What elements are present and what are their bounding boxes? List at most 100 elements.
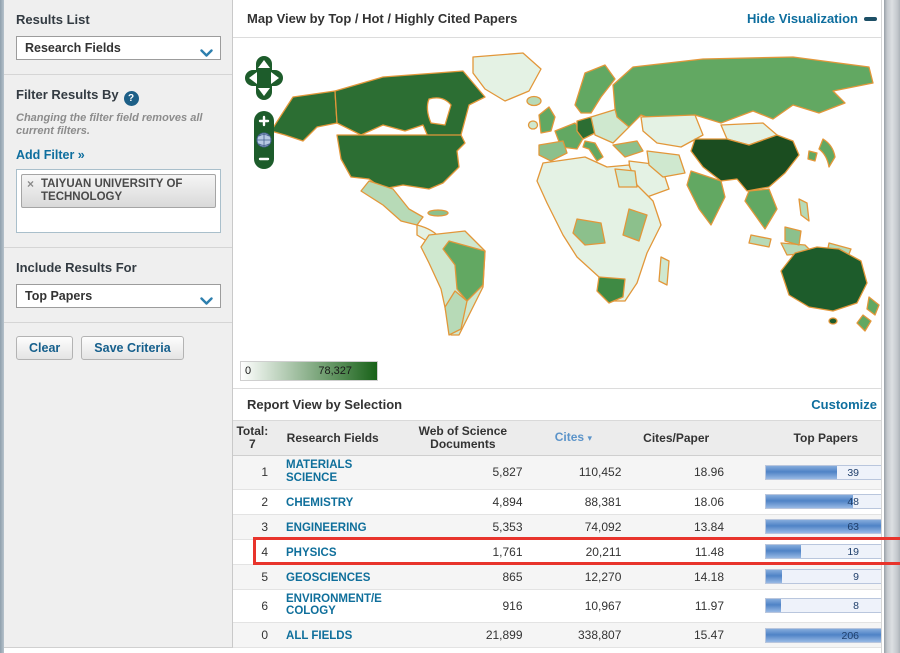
table-row[interactable]: 3 ENGINEERING 5,353 74,092 13.84 63 [233, 514, 881, 540]
cites-per-paper-cell: 11.48 [694, 544, 725, 559]
map-zoom-control[interactable] [254, 111, 274, 169]
results-list-dropdown[interactable]: Research Fields [16, 36, 221, 60]
top-papers-bar[interactable]: 48 [765, 494, 881, 509]
add-filter-link[interactable]: Add Filter » [16, 148, 85, 162]
top-papers-bar[interactable]: 39 [765, 464, 881, 480]
documents-cell: 4,894 [492, 494, 523, 509]
cites-per-paper-cell: 14.18 [693, 569, 725, 584]
country-cuba[interactable] [427, 209, 449, 217]
top-papers-bar[interactable]: 63 [765, 519, 881, 534]
top-papers-bar[interactable]: 9 [765, 569, 881, 584]
rank-cell: 0 [261, 628, 269, 642]
country-ireland[interactable] [527, 120, 539, 130]
cites-cell: 74,092 [584, 519, 622, 534]
rank-cell: 4 [261, 544, 269, 559]
map-controls [245, 56, 285, 174]
country-australia[interactable] [780, 246, 868, 312]
country-new-zealand-south[interactable] [856, 314, 872, 332]
country-malaysia[interactable] [748, 234, 772, 248]
top-papers-bar-fill [766, 465, 838, 479]
rank-cell: 6 [261, 598, 269, 613]
country-greenland[interactable] [472, 52, 542, 102]
field-link[interactable]: ENVIRONMENT/ECOLOGY [286, 593, 386, 618]
country-usa[interactable] [336, 134, 466, 190]
country-madagascar[interactable] [658, 256, 670, 286]
cites-cell: 12,270 [584, 569, 622, 584]
world-choropleth-map[interactable] [233, 38, 882, 358]
include-results-heading: Include Results For [16, 260, 137, 275]
top-papers-bar[interactable]: 206 [765, 627, 881, 643]
region-scandinavia[interactable] [574, 64, 616, 114]
top-papers-bar-fill [766, 520, 881, 533]
filter-heading: Filter Results By? [16, 87, 220, 106]
cites-per-paper-cell: 18.06 [693, 494, 725, 509]
map-view-title: Map View by Top / Hot / Highly Cited Pap… [247, 11, 518, 26]
field-link[interactable]: PHYSICS [286, 547, 386, 560]
cites-cell: 10,967 [584, 598, 622, 613]
remove-filter-icon[interactable]: × [27, 178, 34, 190]
country-egypt[interactable] [614, 168, 638, 188]
rank-cell: 3 [261, 519, 269, 534]
cites-header-label: Cites [554, 430, 585, 444]
documents-cell: 5,353 [492, 519, 523, 534]
country-japan[interactable] [818, 138, 836, 168]
cites-per-paper-header: Cites/Paper [643, 430, 710, 445]
country-philippines[interactable] [798, 198, 810, 222]
help-icon[interactable]: ? [123, 91, 139, 106]
field-link[interactable]: ALL FIELDS [286, 630, 386, 643]
country-new-zealand[interactable] [866, 296, 880, 316]
page-scrollbar[interactable] [884, 0, 900, 653]
total-count: 7 [248, 437, 256, 451]
filter-tag[interactable]: × TAIYUAN UNIVERSITY OF TECHNOLOGY [21, 174, 216, 208]
field-link[interactable]: CHEMISTRY [286, 497, 386, 510]
country-turkey[interactable] [612, 140, 644, 158]
country-south-korea[interactable] [807, 150, 818, 162]
top-papers-bar[interactable]: 8 [765, 598, 881, 614]
sort-descending-icon: ▾ [587, 433, 592, 443]
customize-link[interactable]: Customize [811, 397, 877, 412]
top-papers-bar[interactable]: 19 [765, 544, 881, 559]
country-borneo[interactable] [784, 226, 802, 246]
table-row[interactable]: 6 ENVIRONMENT/ECOLOGY 916 10,967 11.97 8 [233, 589, 881, 623]
legend-min-value: 0 [245, 365, 252, 377]
top-papers-value: 19 [847, 546, 860, 558]
region-southeast-asia[interactable] [744, 188, 778, 230]
table-row[interactable]: 4 PHYSICS 1,761 20,211 11.48 19 [233, 539, 881, 565]
country-tasmania[interactable] [828, 317, 838, 325]
country-spain[interactable] [538, 140, 568, 162]
table-row[interactable]: 0 ALL FIELDS 21,899 338,807 15.47 206 [233, 623, 881, 648]
cites-per-paper-cell: 11.97 [694, 598, 725, 613]
documents-cell: 21,899 [485, 628, 523, 642]
top-papers-value: 206 [841, 629, 860, 642]
results-list-heading: Results List [16, 12, 90, 27]
table-row[interactable]: 5 GEOSCIENCES 865 12,270 14.18 9 [233, 564, 881, 590]
top-papers-bar-fill [766, 570, 783, 583]
documents-cell: 916 [502, 598, 523, 613]
cites-header-sort[interactable]: Cites ▾ [523, 431, 624, 445]
results-list-dropdown-value: Research Fields [25, 41, 121, 55]
hide-visualization-link[interactable]: Hide Visualization [747, 11, 877, 26]
clear-button[interactable]: Clear [16, 336, 74, 360]
country-canada[interactable] [334, 70, 486, 140]
save-criteria-button[interactable]: Save Criteria [81, 336, 184, 360]
documents-cell: 1,761 [492, 544, 523, 559]
include-results-dropdown[interactable]: Top Papers [16, 284, 221, 308]
top-papers-value: 9 [853, 571, 860, 583]
field-link[interactable]: GEOSCIENCES [286, 572, 386, 585]
country-iceland[interactable] [526, 95, 542, 107]
field-link[interactable]: ENGINEERING [286, 522, 386, 535]
total-header: Total: 7 [236, 425, 269, 451]
top-papers-value: 8 [853, 600, 860, 613]
table-row[interactable]: 1 MATERIALS SCIENCE 5,827 110,452 18.96 … [233, 456, 881, 490]
include-results-section: Include Results For Top Papers [4, 248, 232, 323]
map-pan-control[interactable] [245, 56, 283, 102]
chevron-down-icon [200, 45, 213, 63]
documents-cell: 5,827 [492, 465, 523, 480]
table-row[interactable]: 2 CHEMISTRY 4,894 88,381 18.06 48 [233, 489, 881, 515]
field-link[interactable]: MATERIALS SCIENCE [286, 459, 386, 484]
hide-visualization-label: Hide Visualization [746, 11, 858, 26]
top-papers-header: Top Papers [793, 430, 859, 445]
country-uk[interactable] [538, 106, 556, 134]
research-fields-header: Research Fields [286, 430, 379, 445]
cites-per-paper-cell: 15.47 [693, 628, 725, 642]
